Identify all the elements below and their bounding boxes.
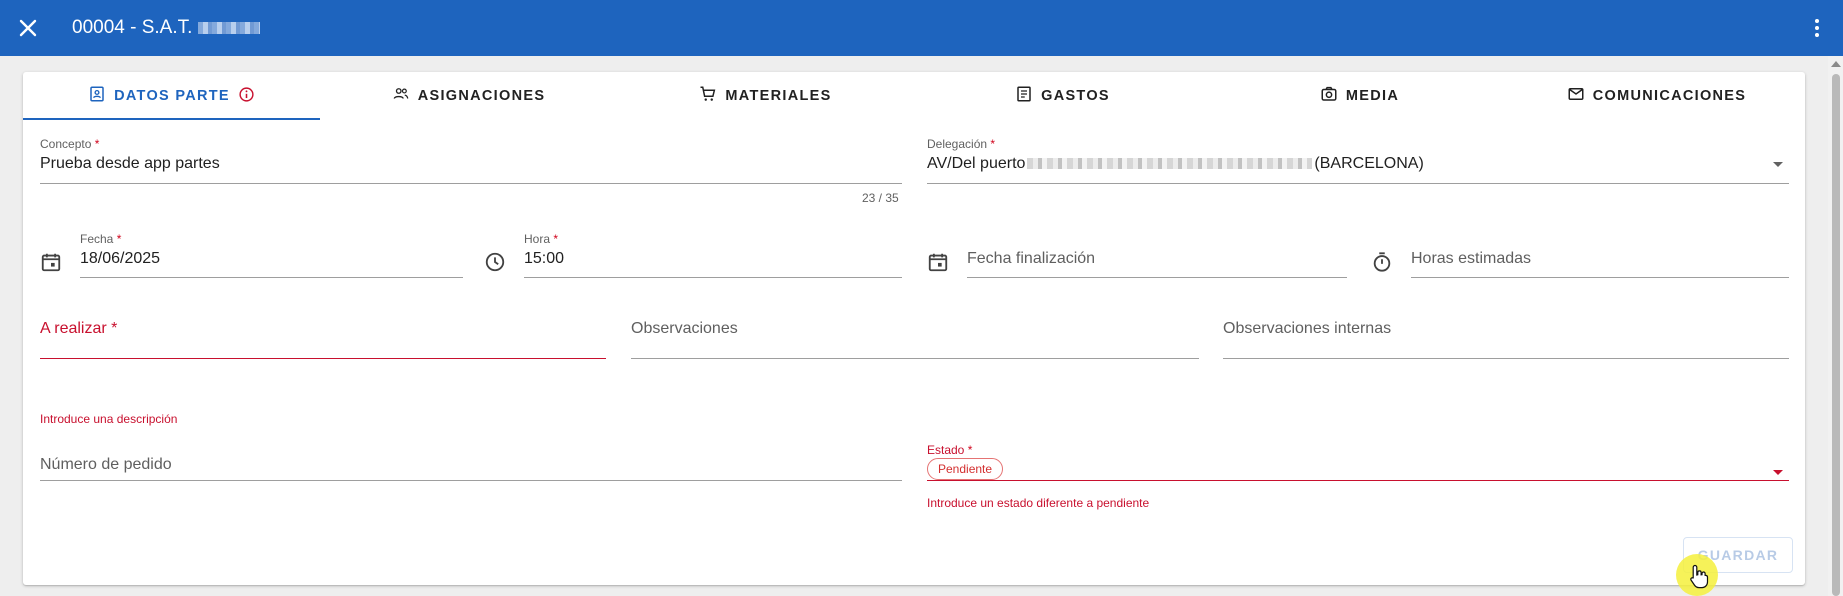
- a-realizar-placeholder: A realizar *: [40, 320, 118, 337]
- numero-pedido-underline: [40, 480, 902, 481]
- fecha-underline: [80, 277, 463, 278]
- estado-chip[interactable]: Pendiente: [927, 458, 1004, 480]
- people-icon: [392, 85, 410, 107]
- camera-icon: [1320, 85, 1338, 107]
- observaciones-field[interactable]: Observaciones: [631, 302, 1199, 362]
- horas-estimadas-placeholder: Horas estimadas: [1411, 250, 1532, 267]
- hora-value: 15:00: [524, 250, 565, 267]
- scroll-up-arrow-icon[interactable]: [1831, 61, 1841, 67]
- redacted-text: [198, 21, 261, 34]
- fecha-finalizacion-placeholder: Fecha finalización: [967, 250, 1096, 267]
- a-realizar-underline: [40, 358, 606, 359]
- numero-pedido-field[interactable]: Número de pedido: [40, 432, 902, 482]
- estado-label: Estado *: [927, 443, 973, 457]
- tab-label: GASTOS: [1041, 88, 1110, 104]
- fecha-finalizacion-field[interactable]: Fecha finalización: [967, 232, 1347, 282]
- tab-bar: DATOS PARTE ASIGNACIONES MATERIALES GAST…: [23, 72, 1805, 120]
- delegacion-label: Delegación *: [927, 137, 996, 151]
- vertical-scrollbar[interactable]: [1828, 56, 1843, 596]
- hand-cursor-icon: [1688, 563, 1710, 589]
- hora-field[interactable]: Hora * 15:00: [524, 232, 902, 282]
- fecha-label: Fecha *: [80, 232, 122, 246]
- estado-error: Introduce un estado diferente a pendient…: [927, 496, 1150, 510]
- concepto-underline: [40, 183, 902, 184]
- numero-pedido-placeholder: Número de pedido: [40, 456, 172, 473]
- app-header: 00004 - S.A.T.: [0, 0, 1843, 56]
- scrollbar-thumb[interactable]: [1832, 74, 1840, 596]
- delegacion-underline: [927, 183, 1789, 184]
- calendar-icon[interactable]: [40, 251, 62, 273]
- close-icon[interactable]: [16, 16, 40, 40]
- tab-label: ASIGNACIONES: [417, 88, 546, 104]
- fecha-value: 18/06/2025: [80, 250, 161, 267]
- tab-materiales[interactable]: MATERIALES: [617, 72, 914, 120]
- tab-media[interactable]: MEDIA: [1211, 72, 1508, 120]
- hora-underline: [524, 277, 902, 278]
- delegacion-select[interactable]: Delegación * AV/Del puerto (BARCELONA): [927, 137, 1789, 187]
- contact-card-icon: [88, 85, 106, 107]
- observaciones-internas-field[interactable]: Observaciones internas: [1223, 302, 1789, 362]
- tab-label: MEDIA: [1345, 88, 1400, 104]
- redacted-address: [1027, 158, 1313, 170]
- tab-label: MATERIALES: [725, 88, 832, 104]
- concepto-counter: 23 / 35: [862, 191, 899, 205]
- fecha-finalizacion-underline: [967, 277, 1347, 278]
- clock-icon[interactable]: [484, 251, 506, 273]
- observaciones-internas-placeholder: Observaciones internas: [1223, 320, 1392, 337]
- hora-label: Hora *: [524, 232, 559, 246]
- tab-label: COMUNICACIONES: [1592, 88, 1747, 104]
- a-realizar-error: Introduce una descripción: [40, 412, 178, 426]
- observaciones-underline: [631, 358, 1199, 359]
- calendar-icon[interactable]: [927, 251, 949, 273]
- tab-gastos[interactable]: GASTOS: [914, 72, 1211, 120]
- observaciones-placeholder: Observaciones: [631, 320, 738, 337]
- tab-label: DATOS PARTE: [114, 88, 230, 104]
- mail-icon: [1567, 85, 1585, 107]
- cart-icon: [699, 85, 717, 107]
- observaciones-internas-underline: [1223, 358, 1789, 359]
- fecha-field[interactable]: Fecha * 18/06/2025: [80, 232, 463, 282]
- tab-datos-parte[interactable]: DATOS PARTE: [23, 72, 320, 120]
- horas-estimadas-field[interactable]: Horas estimadas: [1411, 232, 1789, 282]
- concepto-value: Prueba desde app partes: [40, 155, 220, 172]
- delegacion-value: AV/Del puerto (BARCELONA): [927, 155, 1424, 172]
- estado-underline: [927, 480, 1789, 481]
- dropdown-arrow-icon: [1773, 162, 1783, 167]
- timer-icon[interactable]: [1371, 251, 1393, 273]
- estado-select[interactable]: Estado * Pendiente: [927, 443, 1789, 483]
- page-title-text: 00004 - S.A.T.: [72, 17, 193, 38]
- receipt-icon: [1015, 85, 1033, 107]
- page-title: 00004 - S.A.T.: [72, 16, 261, 40]
- part-form-card: DATOS PARTE ASIGNACIONES MATERIALES GAST…: [23, 72, 1805, 585]
- concepto-label: Concepto *: [40, 137, 100, 151]
- concepto-field[interactable]: Concepto * Prueba desde app partes: [40, 137, 902, 187]
- a-realizar-field[interactable]: A realizar *: [40, 302, 606, 362]
- dropdown-arrow-icon: [1773, 470, 1783, 475]
- tab-asignaciones[interactable]: ASIGNACIONES: [320, 72, 617, 120]
- more-vert-icon[interactable]: [1805, 16, 1829, 40]
- error-info-icon: [238, 86, 255, 107]
- horas-estimadas-underline: [1411, 277, 1789, 278]
- tab-comunicaciones[interactable]: COMUNICACIONES: [1508, 72, 1805, 120]
